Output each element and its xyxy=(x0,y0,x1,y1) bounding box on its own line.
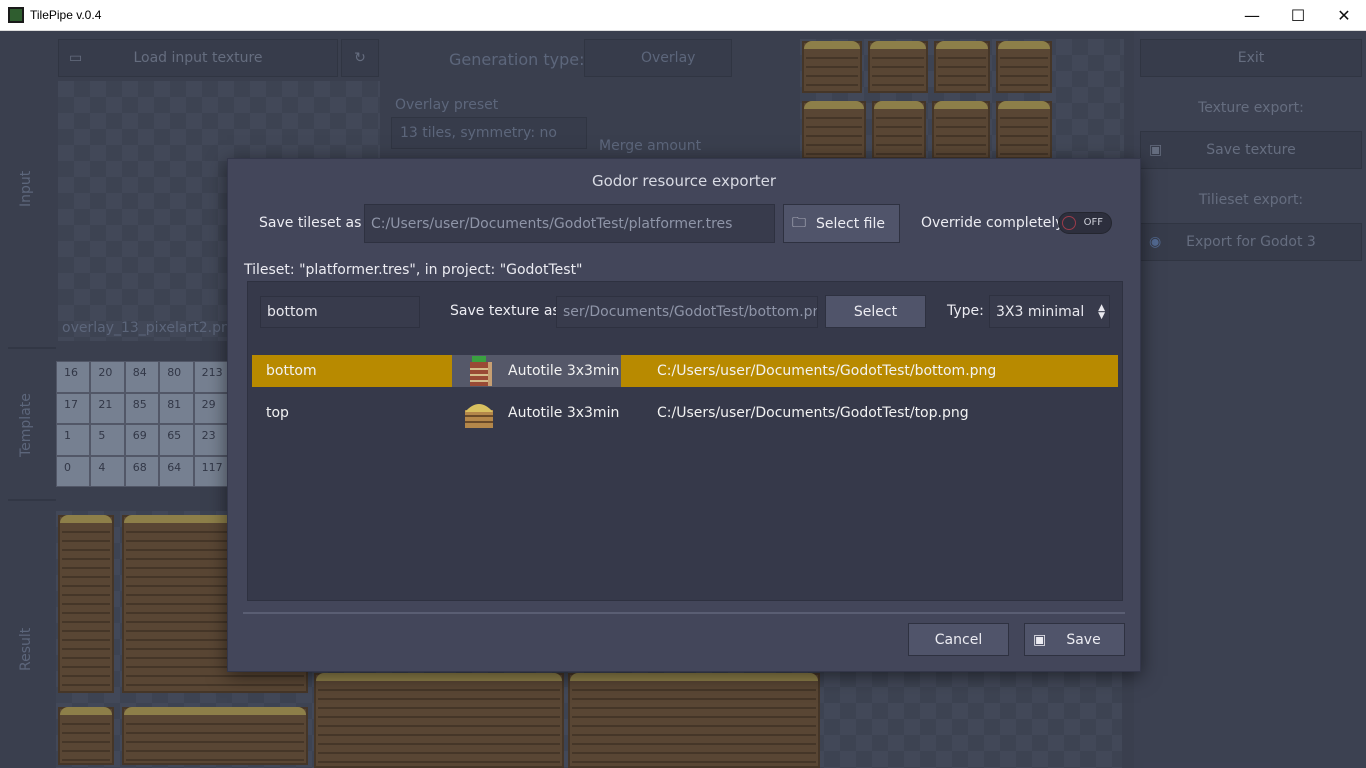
save-label: Save xyxy=(1066,631,1101,648)
tile-row-top[interactable]: top Autotile 3x3min C:/Users/user/Docume… xyxy=(252,397,1118,429)
override-label: Override completely xyxy=(921,215,1064,231)
type-select-value: 3X3 minimal xyxy=(996,303,1085,320)
select-file-label: Select file xyxy=(816,215,885,232)
title-bar: TilePipe v.0.4 — ☐ ✕ xyxy=(0,0,1366,31)
save-button[interactable]: ▣ Save xyxy=(1024,623,1125,656)
tile-row-thumb-area: Autotile 3x3min xyxy=(452,355,621,387)
minimize-button[interactable]: — xyxy=(1229,0,1275,31)
tile-row-bottom[interactable]: bottom Autotile 3x3min C:/Users/user/Doc… xyxy=(252,355,1118,387)
tile-row-name: bottom xyxy=(266,363,317,379)
tile-row-path: C:/Users/user/Documents/GodotTest/bottom… xyxy=(657,363,997,379)
tileset-info: Tileset: "platformer.tres", in project: … xyxy=(244,262,583,278)
tile-row-thumb-area: Autotile 3x3min xyxy=(452,397,621,429)
tile-row-name: top xyxy=(266,405,289,421)
toggle-state: OFF xyxy=(1083,217,1103,228)
dialog-title: Godor resource exporter xyxy=(591,172,777,190)
window-title: TilePipe v.0.4 xyxy=(30,8,102,22)
select-texture-button[interactable]: Select xyxy=(825,295,926,328)
tile-row-kind: Autotile 3x3min xyxy=(508,363,620,379)
select-file-button[interactable]: 🗀 Select file xyxy=(783,204,900,243)
type-select[interactable]: 3X3 minimal ▲ ▼ xyxy=(989,295,1110,328)
top-tile-thumbnail xyxy=(465,404,493,428)
dialog-separator xyxy=(243,612,1125,614)
type-label: Type: xyxy=(947,303,984,319)
cancel-button[interactable]: Cancel xyxy=(908,623,1009,656)
save-texture-label: Save texture as xyxy=(450,303,560,319)
tile-row-kind: Autotile 3x3min xyxy=(508,405,620,421)
save-icon: ▣ xyxy=(1033,631,1047,648)
save-tileset-label: Save tileset as xyxy=(259,215,362,231)
app-icon xyxy=(8,7,24,23)
maximize-button[interactable]: ☐ xyxy=(1275,0,1321,31)
tileset-path-field[interactable]: C:/Users/user/Documents/GodotTest/platfo… xyxy=(364,204,775,243)
bottom-tile-thumbnail xyxy=(470,356,492,386)
folder-icon: 🗀 xyxy=(792,214,806,231)
tiles-panel: bottom Save texture as ser/Documents/God… xyxy=(247,281,1123,601)
tile-name-input[interactable]: bottom xyxy=(260,296,420,328)
tile-row-path: C:/Users/user/Documents/GodotTest/top.pn… xyxy=(657,405,969,421)
toggle-knob xyxy=(1062,216,1076,230)
override-toggle[interactable]: OFF xyxy=(1058,212,1112,234)
select-arrows-icon: ▲ ▼ xyxy=(1098,302,1105,321)
close-button[interactable]: ✕ xyxy=(1321,0,1366,31)
texture-path-field[interactable]: ser/Documents/GodotTest/bottom.pn xyxy=(556,296,818,328)
godot-exporter-dialog: Godor resource exporter Save tileset as … xyxy=(227,158,1141,672)
